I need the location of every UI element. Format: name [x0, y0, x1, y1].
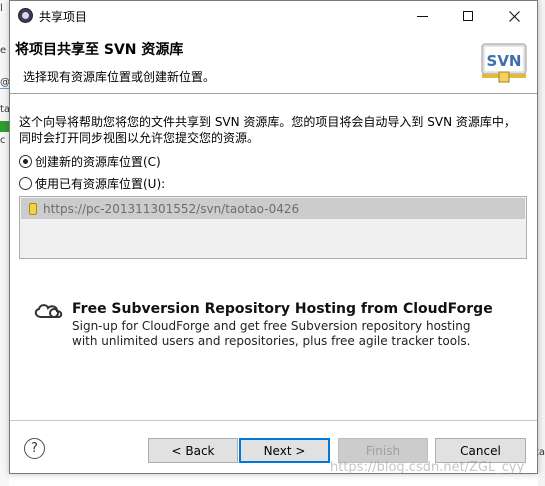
cloudforge-description: Sign-up for CloudForge and get free Subv…	[72, 319, 512, 349]
radio-unchecked-icon[interactable]	[19, 177, 32, 190]
watermark: https://blog.csdn.net/ZGL_cyy	[330, 460, 525, 475]
svn-logo-icon: SVN	[481, 43, 527, 83]
wizard-description: 选择现有资源库位置或创建新位置。	[23, 70, 216, 84]
radio-checked-icon[interactable]	[19, 155, 32, 168]
use-existing-location-option[interactable]: 使用已有资源库位置(U):	[19, 175, 165, 192]
background-app-strip: l e @ ta c	[0, 0, 10, 486]
background-right-strip: ta	[535, 0, 545, 486]
wizard-title: 将项目共享至 SVN 资源库	[15, 42, 184, 58]
help-button[interactable]: ?	[24, 438, 45, 459]
wizard-banner: 将项目共享至 SVN 资源库 选择现有资源库位置或创建新位置。 SVN	[10, 31, 537, 94]
bg-fragment: e	[0, 45, 7, 56]
create-new-location-label[interactable]: 创建新的资源库位置(C)	[35, 153, 161, 170]
bg-divider	[0, 88, 9, 89]
create-new-location-option[interactable]: 创建新的资源库位置(C)	[19, 153, 161, 170]
repository-icon	[29, 202, 37, 215]
repository-list-item[interactable]: https://pc-201311301552/svn/taotao-0426	[21, 198, 525, 219]
maximize-icon	[463, 11, 473, 21]
help-icon: ?	[31, 441, 38, 456]
repository-url: https://pc-201311301552/svn/taotao-0426	[43, 201, 300, 216]
intro-text: 这个向导将帮助您将您的文件共享到 SVN 资源库。您的项目将会自动导入到 SVN…	[19, 114, 529, 146]
share-project-dialog: 共享项目 将项目共享至 SVN 资源库 选择现有资源库位置或创建新位置。 SVN…	[9, 0, 538, 474]
button-bar-separator	[10, 420, 537, 421]
maximize-button[interactable]	[445, 1, 491, 31]
cloudforge-line-1: Sign-up for CloudForge and get free Subv…	[72, 319, 471, 333]
minimize-button[interactable]	[399, 1, 445, 31]
back-button[interactable]: < Back	[148, 438, 238, 463]
close-icon	[508, 10, 520, 22]
intro-line-2: 同时会打开同步视图以允许您提交您的资源。	[19, 131, 260, 145]
cloudforge-icon	[34, 304, 63, 318]
title-bar[interactable]: 共享项目	[10, 1, 537, 31]
intro-line-1: 这个向导将帮助您将您的文件共享到 SVN 资源库。您的项目将会自动导入到 SVN…	[19, 115, 516, 129]
window-title: 共享项目	[39, 10, 88, 24]
bg-fragment: c	[0, 135, 6, 146]
eclipse-icon	[18, 8, 33, 23]
repository-list[interactable]: https://pc-201311301552/svn/taotao-0426	[19, 196, 527, 259]
svn-logo-text: SVN	[487, 52, 522, 70]
minimize-icon	[416, 15, 428, 17]
next-button[interactable]: Next >	[239, 438, 330, 463]
use-existing-location-label[interactable]: 使用已有资源库位置(U):	[35, 175, 165, 192]
close-button[interactable]	[491, 1, 537, 31]
cloudforge-title[interactable]: Free Subversion Repository Hosting from …	[72, 301, 493, 317]
cloudforge-line-2: with unlimited users and repositories, p…	[72, 334, 471, 348]
bg-fragment: l	[0, 3, 3, 14]
bg-progress-indicator	[0, 121, 9, 132]
